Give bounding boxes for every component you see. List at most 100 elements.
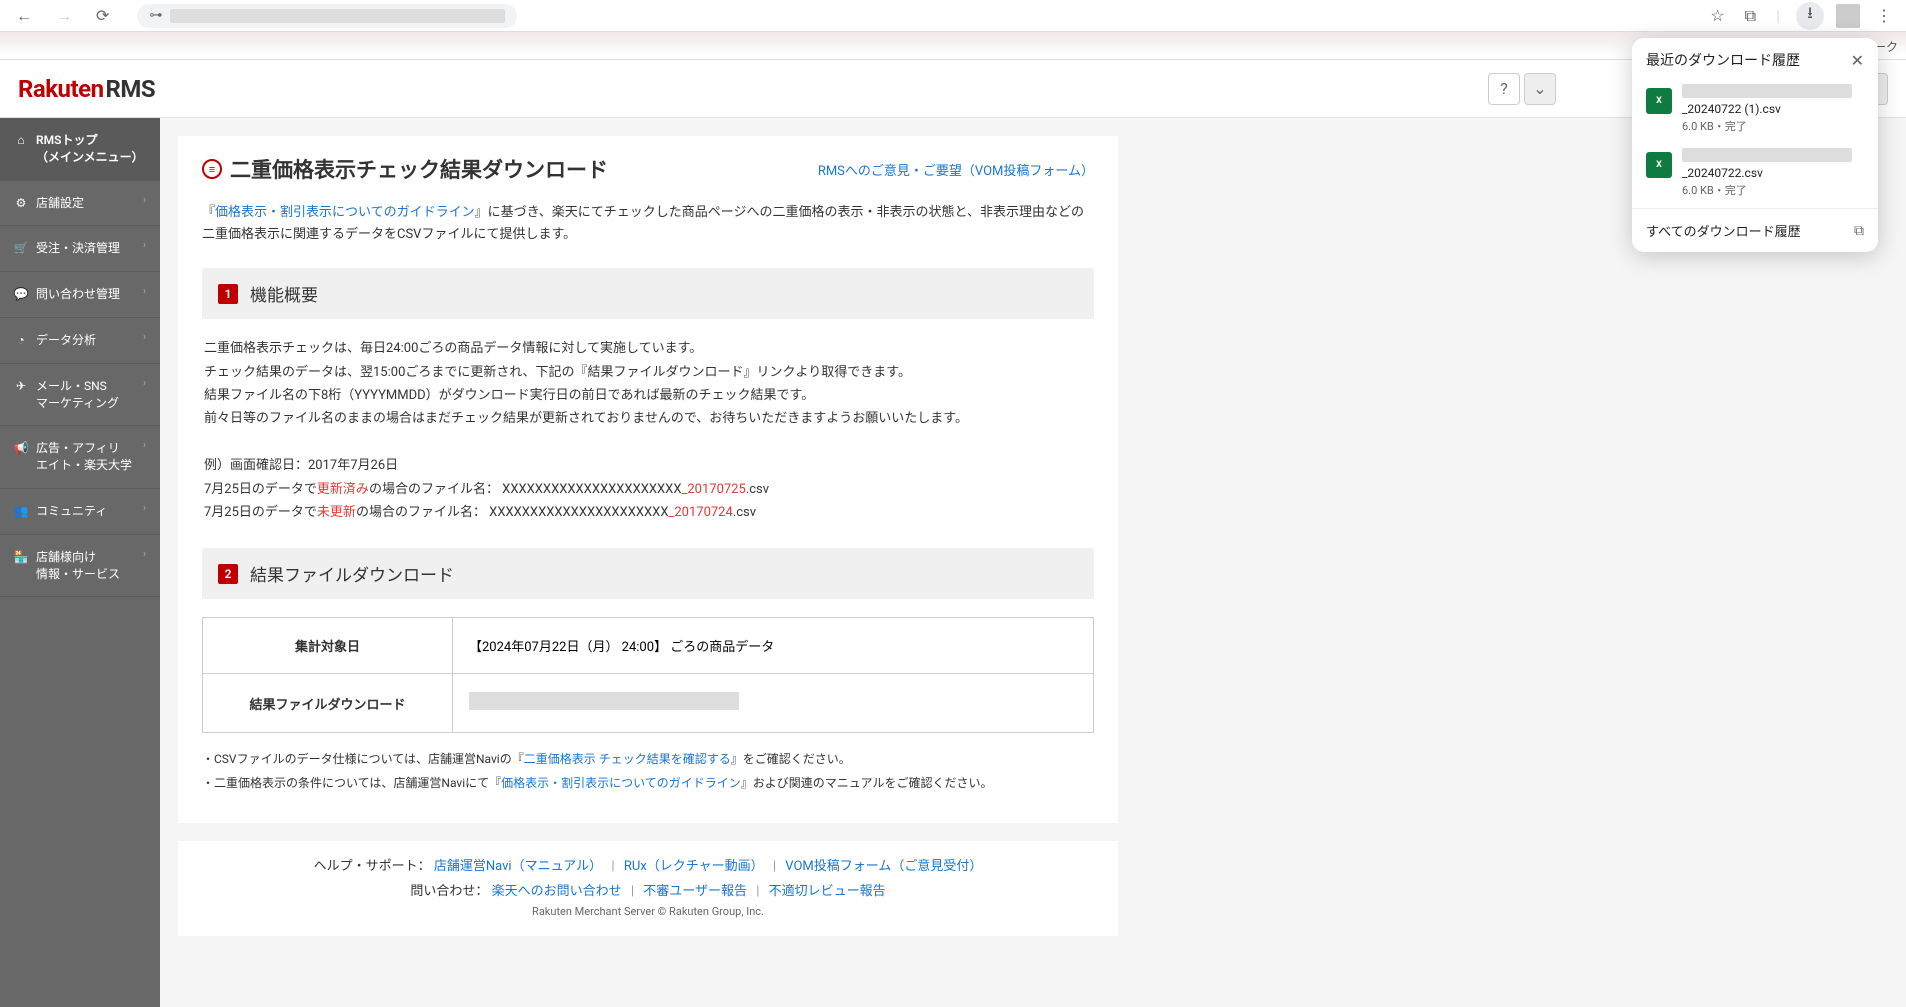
footer-help-vom[interactable]: VOM投稿フォーム（ご意見受付） [785,859,982,874]
sidebar-item-orders[interactable]: 🛒 受注・決済管理 › [0,226,160,272]
sidebar-item-analytics[interactable]: ◔ データ分析 › [0,318,160,364]
browser-toolbar: ← → ⟳ ⊶ ☆ ⧉ | ⭳ ⋮ [0,0,1906,32]
footer-help-rux[interactable]: RUx（レクチャー動画） [624,859,764,874]
cart-icon: 🛒 [14,241,28,255]
download-item[interactable]: X _20240722.csv 6.0 KB・完了 [1632,144,1878,208]
sidebar-item-advertising[interactable]: 📢 広告・アフィリ エイト・楽天大学 › [0,426,160,489]
sidebar-item-label: データ分析 [36,332,135,349]
excel-file-icon: X [1646,152,1672,178]
sidebar-item-store-info[interactable]: 🏪 店舗様向け 情報・サービス › [0,535,160,598]
download-link-redacted[interactable] [469,692,739,710]
chevron-right-icon: › [143,195,146,206]
footer-report-user[interactable]: 不審ユーザー報告 [643,884,747,899]
megaphone-icon: 📢 [14,441,28,455]
footer-contact-rakuten[interactable]: 楽天へのお問い合わせ [492,884,622,899]
footer: ヘルプ・サポート： 店舗運営Navi（マニュアル） | RUx（レクチャー動画）… [178,841,1118,936]
sidebar-item-inquiries[interactable]: 💬 問い合わせ管理 › [0,272,160,318]
guideline-link[interactable]: 価格表示・割引表示についてのガイドライン [215,205,475,220]
sidebar-item-label: 店舗設定 [36,195,135,212]
downloads-popup-title: 最近のダウンロード履歴 [1646,50,1851,70]
feedback-link[interactable]: RMSへのご意見・ご要望（VOM投稿フォーム） [818,160,1094,179]
download-item[interactable]: X _20240722 (1).csv 6.0 KB・完了 [1632,80,1878,144]
app-header: RakutenRMS ? ⌄ ⌄ [0,60,1906,118]
page-title: 二重価格表示チェック結果ダウンロード [230,154,608,184]
section-header-2: 2 結果ファイルダウンロード [202,548,1094,599]
chevron-right-icon: › [143,440,146,451]
extensions-icon[interactable]: ⧉ [1741,2,1760,30]
sidebar-item-store-settings[interactable]: ⚙ 店舗設定 › [0,181,160,227]
sidebar-item-top[interactable]: ⌂ RMSトップ （メインメニュー） [0,118,160,181]
send-icon: ✈ [14,379,28,393]
downloads-popup-footer[interactable]: すべてのダウンロード履歴 ⧉ [1632,208,1878,252]
table-header-download: 結果ファイルダウンロード [203,674,453,733]
footer-report-review[interactable]: 不適切レビュー報告 [769,884,886,899]
home-icon: ⌂ [14,133,28,147]
sidebar-item-label: 店舗様向け 情報・サービス [36,549,135,583]
menu-icon[interactable]: ⋮ [1872,2,1896,29]
csv-spec-link[interactable]: 二重価格表示 チェック結果を確認する [524,752,731,766]
footer-help-navi[interactable]: 店舗運営Navi（マニュアル） [434,859,602,874]
sidebar-item-label: 問い合わせ管理 [36,286,135,303]
table-cell-download [453,674,1094,733]
downloads-popup-header: 最近のダウンロード履歴 ✕ [1632,38,1878,80]
section-header-1: 1 機能概要 [202,268,1094,319]
section-title: 機能概要 [250,281,318,306]
profile-avatar[interactable] [1836,4,1860,28]
chevron-right-icon: › [143,286,146,297]
downloads-popup: 最近のダウンロード履歴 ✕ X _20240722 (1).csv 6.0 KB… [1632,38,1878,252]
logo[interactable]: RakutenRMS [18,75,155,103]
address-bar[interactable]: ⊶ [137,4,517,28]
sidebar-item-label: 受注・決済管理 [36,240,135,257]
gear-icon: ⚙ [14,196,28,210]
filename-redacted [1682,84,1852,98]
results-table: 集計対象日 【2024年07月22日（月） 24:00】 ごろの商品データ 結果… [202,617,1094,733]
help-button[interactable]: ? [1488,73,1520,105]
download-filename: _20240722.csv [1682,166,1864,180]
excel-file-icon: X [1646,88,1672,114]
download-meta: 6.0 KB・完了 [1682,182,1864,198]
sidebar: ⌂ RMSトップ （メインメニュー） ⚙ 店舗設定 › 🛒 受注・決済管理 › … [0,118,160,1007]
header-dropdown-button[interactable]: ⌄ [1524,73,1556,105]
chat-icon: 💬 [14,287,28,301]
sidebar-item-label: RMSトップ （メインメニュー） [36,132,146,166]
sidebar-item-label: 広告・アフィリ エイト・楽天大学 [36,440,135,474]
table-header-date: 集計対象日 [203,618,453,674]
chart-icon: ◔ [14,333,28,347]
page-title-icon [202,159,222,179]
download-meta: 6.0 KB・完了 [1682,118,1864,134]
store-icon: 🏪 [14,550,28,564]
chevron-right-icon: › [143,549,146,560]
content-card: 二重価格表示チェック結果ダウンロード RMSへのご意見・ご要望（VOM投稿フォー… [178,136,1118,823]
back-button[interactable]: ← [10,4,38,28]
bookmark-star-icon[interactable]: ☆ [1706,2,1728,29]
section-number: 1 [218,284,238,304]
download-filename: _20240722 (1).csv [1682,102,1864,116]
downloads-icon[interactable]: ⭳ [1796,2,1824,30]
filename-redacted [1682,148,1852,162]
sidebar-item-label: メール・SNS マーケティング [36,378,135,412]
section-number: 2 [218,564,238,584]
sidebar-item-community[interactable]: 👥 コミュニティ › [0,489,160,535]
chevron-right-icon: › [143,378,146,389]
copyright: Rakuten Merchant Server © Rakuten Group,… [202,905,1094,918]
bookmark-bar: ックマーク [0,32,1906,60]
site-info-icon[interactable]: ⊶ [149,8,162,23]
chevron-right-icon: › [143,240,146,251]
notes: ・CSVファイルのデータ仕様については、店舗運営Naviの『二重価格表示 チェッ… [202,747,1094,795]
users-icon: 👥 [14,504,28,518]
all-downloads-link: すべてのダウンロード履歴 [1646,221,1854,240]
table-cell-date: 【2024年07月22日（月） 24:00】 ごろの商品データ [453,618,1094,674]
section-1-body: 二重価格表示チェックは、毎日24:00ごろの商品データ情報に対して実施しています… [202,337,1094,524]
forward-button[interactable]: → [50,4,78,28]
table-row: 集計対象日 【2024年07月22日（月） 24:00】 ごろの商品データ [203,618,1094,674]
table-row: 結果ファイルダウンロード [203,674,1094,733]
divider: | [1772,2,1784,29]
external-link-icon: ⧉ [1854,223,1864,239]
intro-text: 『価格表示・割引表示についてのガイドライン』に基づき、楽天にてチェックした商品ペ… [202,202,1094,246]
close-icon[interactable]: ✕ [1851,51,1864,70]
guideline-link-2[interactable]: 価格表示・割引表示についてのガイドライン [501,776,741,790]
reload-button[interactable]: ⟳ [90,4,115,27]
sidebar-item-label: コミュニティ [36,503,135,520]
chevron-right-icon: › [143,332,146,343]
sidebar-item-marketing[interactable]: ✈ メール・SNS マーケティング › [0,364,160,427]
